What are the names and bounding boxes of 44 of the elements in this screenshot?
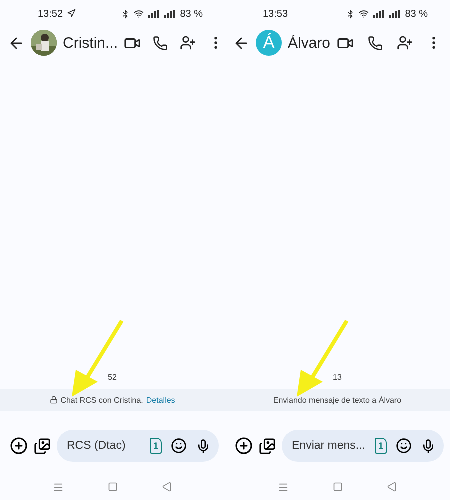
sim-icon[interactable]: 1	[150, 438, 162, 454]
battery-level: 83 %	[405, 8, 428, 20]
wifi-icon	[134, 9, 144, 19]
add-person-icon[interactable]	[180, 35, 196, 51]
signal-icon	[373, 10, 386, 18]
add-person-icon[interactable]	[396, 35, 413, 51]
back-nav-icon[interactable]	[162, 482, 172, 492]
phone-icon[interactable]	[368, 36, 383, 50]
message-time: 13	[333, 373, 342, 382]
avatar: Á	[256, 30, 282, 56]
navigation-icon	[67, 9, 76, 19]
wifi-icon	[359, 9, 370, 19]
add-icon[interactable]	[235, 437, 253, 455]
signal-icon	[148, 10, 160, 18]
menu-icon[interactable]	[278, 482, 289, 492]
mic-icon[interactable]	[421, 438, 436, 454]
message-input[interactable]: RCS (Dtac)	[67, 440, 141, 452]
lock-icon	[50, 396, 58, 404]
emoji-icon[interactable]	[171, 438, 187, 454]
emoji-icon[interactable]	[396, 438, 412, 454]
message-input[interactable]: Enviar mens...	[292, 440, 366, 452]
gallery-icon[interactable]	[34, 438, 51, 454]
contact-name[interactable]: Cristin...	[63, 34, 118, 52]
banner-text: Chat RCS con Cristina.	[60, 396, 144, 404]
menu-icon[interactable]	[53, 482, 64, 492]
mic-icon[interactable]	[196, 438, 211, 454]
battery-level: 83 %	[180, 8, 203, 20]
details-link[interactable]: Detalles	[146, 396, 176, 404]
back-nav-icon[interactable]	[387, 482, 397, 492]
add-icon[interactable]	[10, 437, 28, 455]
status-time: 13:52	[38, 8, 64, 20]
sim-icon[interactable]: 1	[375, 438, 387, 454]
bluetooth-icon	[121, 10, 130, 18]
home-icon[interactable]	[108, 482, 118, 492]
signal-icon	[389, 10, 402, 18]
bluetooth-icon	[346, 10, 356, 18]
phone-icon[interactable]	[153, 36, 168, 50]
message-time: 52	[108, 373, 117, 382]
home-icon[interactable]	[333, 482, 343, 492]
gallery-icon[interactable]	[259, 438, 276, 454]
status-time: 13:53	[263, 8, 288, 20]
contact-name[interactable]: Álvaro	[288, 34, 331, 52]
banner-text: Enviando mensaje de texto a Álvaro	[273, 396, 402, 404]
signal-icon	[164, 10, 176, 18]
